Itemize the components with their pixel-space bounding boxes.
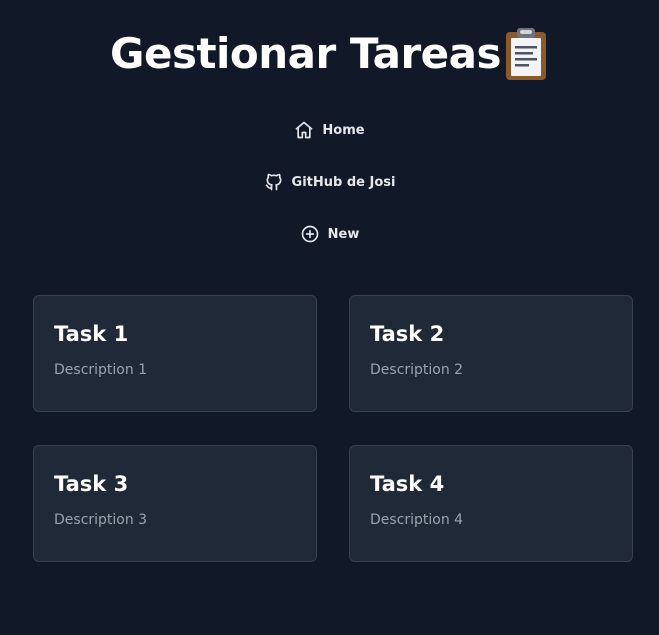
task-title: Task 1: [54, 322, 129, 346]
task-description: Description 4: [370, 512, 464, 528]
home-icon: [296, 121, 313, 139]
task-description: Description 3: [54, 512, 148, 528]
nav-github-label: GitHub de Josi: [291, 174, 396, 190]
task-description: Description 2: [370, 362, 464, 378]
github-icon: [265, 173, 282, 191]
page-title: Gestionar Tareas: [110, 29, 501, 78]
nav-home-label: Home: [322, 122, 365, 138]
task-title: Task 3: [54, 472, 129, 496]
task-card[interactable]: Task 2 Description 2: [349, 295, 633, 412]
nav-github-link[interactable]: GitHub de Josi: [0, 162, 659, 202]
clipboard-icon: [503, 26, 549, 82]
task-card[interactable]: Task 3 Description 3: [33, 445, 317, 562]
task-grid: Task 1 Description 1 Task 2 Description …: [33, 295, 633, 562]
task-title: Task 4: [370, 472, 445, 496]
nav-home-link[interactable]: Home: [0, 110, 659, 150]
task-card[interactable]: Task 4 Description 4: [349, 445, 633, 562]
page-header: Gestionar Tareas: [0, 22, 659, 86]
task-title: Task 2: [370, 322, 445, 346]
nav-new-link[interactable]: New: [0, 214, 659, 254]
nav-new-label: New: [327, 226, 360, 242]
main-nav: Home GitHub de Josi New: [0, 110, 659, 266]
task-description: Description 1: [54, 362, 148, 378]
plus-circle-icon: [301, 225, 318, 243]
task-card[interactable]: Task 1 Description 1: [33, 295, 317, 412]
